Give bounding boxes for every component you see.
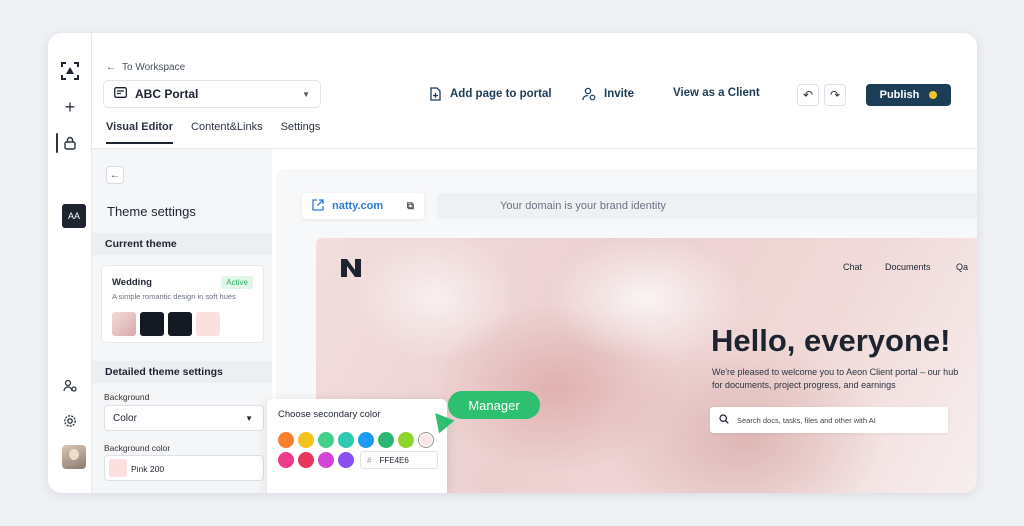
publish-button[interactable]: Publish xyxy=(866,84,951,106)
background-label: Background xyxy=(104,392,150,402)
publish-label: Publish xyxy=(879,89,920,101)
color-option-emerald[interactable] xyxy=(378,432,394,448)
theme-swatch-dark xyxy=(140,312,164,336)
nav-chat[interactable]: Chat xyxy=(843,262,862,272)
picker-title: Choose secondary color xyxy=(278,409,381,420)
hero-subtext: We're pleased to welcome you to Aeon Cli… xyxy=(712,367,959,390)
app-window: + AA ← To Workspace ABC Portal ▼ Add pag… xyxy=(48,33,977,493)
breadcrumb-label: To Workspace xyxy=(122,62,186,73)
theme-name: Wedding xyxy=(112,277,152,288)
portal-logo xyxy=(340,258,362,284)
color-option-blue[interactable] xyxy=(358,432,374,448)
panel-title: Theme settings xyxy=(107,204,196,219)
domain-chip[interactable]: natty.com ⧉ xyxy=(302,193,424,219)
color-option-teal[interactable] xyxy=(338,432,354,448)
background-color-label: Background color xyxy=(104,443,171,453)
nav-documents[interactable]: Documents xyxy=(885,262,931,272)
theme-swatch-pink xyxy=(196,312,220,336)
color-option-red[interactable] xyxy=(298,452,314,468)
theme-swatch-dark-2 xyxy=(168,312,192,336)
hero-headline: Hello, everyone! xyxy=(711,323,951,358)
arrow-left-icon: ← xyxy=(106,62,116,73)
color-option-lime[interactable] xyxy=(398,432,414,448)
invite-user-icon xyxy=(582,87,596,101)
nav-qa[interactable]: Qa xyxy=(956,262,968,272)
back-button[interactable]: ← xyxy=(106,166,124,184)
redo-button[interactable]: ↷ xyxy=(824,84,846,106)
background-select[interactable]: Color ▼ xyxy=(104,405,264,431)
editor-tabs: Visual Editor Content&Links Settings xyxy=(106,121,320,144)
undo-icon: ↶ xyxy=(802,88,814,102)
workspace-avatar[interactable]: AA xyxy=(62,204,86,228)
tab-settings[interactable]: Settings xyxy=(281,121,321,144)
browser-window-icon xyxy=(114,87,127,101)
unpublished-status-dot xyxy=(929,91,938,99)
hex-value: FFE4E6 xyxy=(379,456,409,465)
copy-icon[interactable]: ⧉ xyxy=(407,201,414,212)
portal-selector[interactable]: ABC Portal ▼ xyxy=(103,80,321,108)
color-option-purple[interactable] xyxy=(318,452,334,468)
external-link-icon xyxy=(312,198,324,214)
background-color-field[interactable]: Pink 200 xyxy=(104,455,264,481)
invite-label: Invite xyxy=(604,88,635,100)
redo-icon: ↷ xyxy=(829,88,841,102)
current-theme-heading: Current theme xyxy=(92,233,272,255)
tab-visual-editor[interactable]: Visual Editor xyxy=(106,121,174,144)
invite-button[interactable]: Invite xyxy=(582,87,634,101)
color-option-orange[interactable] xyxy=(278,432,294,448)
users-icon[interactable] xyxy=(60,376,80,396)
color-option-violet[interactable] xyxy=(338,452,354,468)
arrow-left-icon: ← xyxy=(110,169,120,181)
add-icon[interactable]: + xyxy=(60,97,80,117)
view-as-client-button[interactable]: View as a Client xyxy=(673,87,760,99)
add-page-button[interactable]: Add page to portal xyxy=(428,86,552,101)
app-logo-icon[interactable] xyxy=(60,61,80,81)
color-option-magenta[interactable] xyxy=(278,452,294,468)
background-value: Color xyxy=(113,413,137,424)
search-placeholder: Search docs, tasks, files and other with… xyxy=(737,415,876,425)
search-icon xyxy=(719,414,729,426)
color-option-green[interactable] xyxy=(318,432,334,448)
undo-button[interactable]: ↶ xyxy=(797,84,819,106)
portal-search-input[interactable]: Search docs, tasks, files and other with… xyxy=(710,407,948,433)
color-swatch xyxy=(109,459,127,477)
user-avatar[interactable] xyxy=(62,445,86,469)
view-as-client-label: View as a Client xyxy=(673,87,760,99)
current-theme-card[interactable]: Wedding Active A simple romantic design … xyxy=(101,265,264,343)
color-option-yellow[interactable] xyxy=(298,432,314,448)
theme-swatch-image xyxy=(112,312,136,336)
secondary-color-picker: Choose secondary color # FFE4E6 xyxy=(267,399,447,493)
active-indicator xyxy=(56,133,58,153)
lock-icon[interactable] xyxy=(60,133,80,153)
breadcrumb[interactable]: ← To Workspace xyxy=(106,62,185,73)
caret-down-icon: ▼ xyxy=(302,89,310,99)
add-page-label: Add page to portal xyxy=(450,88,552,100)
status-badge: Active xyxy=(221,276,253,289)
add-page-icon xyxy=(428,86,442,101)
theme-description: A simple romantic design in soft hues xyxy=(112,292,236,301)
domain-hint-bar: Your domain is your brand identity xyxy=(437,193,977,219)
domain-name: natty.com xyxy=(332,200,384,212)
caret-down-icon: ▼ xyxy=(245,414,253,423)
hex-input[interactable]: # FFE4E6 xyxy=(360,451,438,469)
left-rail: + AA xyxy=(48,33,92,493)
settings-gear-icon[interactable] xyxy=(60,411,80,431)
collaborator-cursor-label: Manager xyxy=(448,391,540,419)
background-color-value: Pink 200 xyxy=(131,464,165,474)
tab-content-links[interactable]: Content&Links xyxy=(191,121,263,144)
color-option-pink-selected[interactable] xyxy=(418,432,434,448)
detailed-theme-heading: Detailed theme settings xyxy=(92,361,272,383)
hash-symbol: # xyxy=(367,456,372,465)
portal-name: ABC Portal xyxy=(135,87,199,101)
